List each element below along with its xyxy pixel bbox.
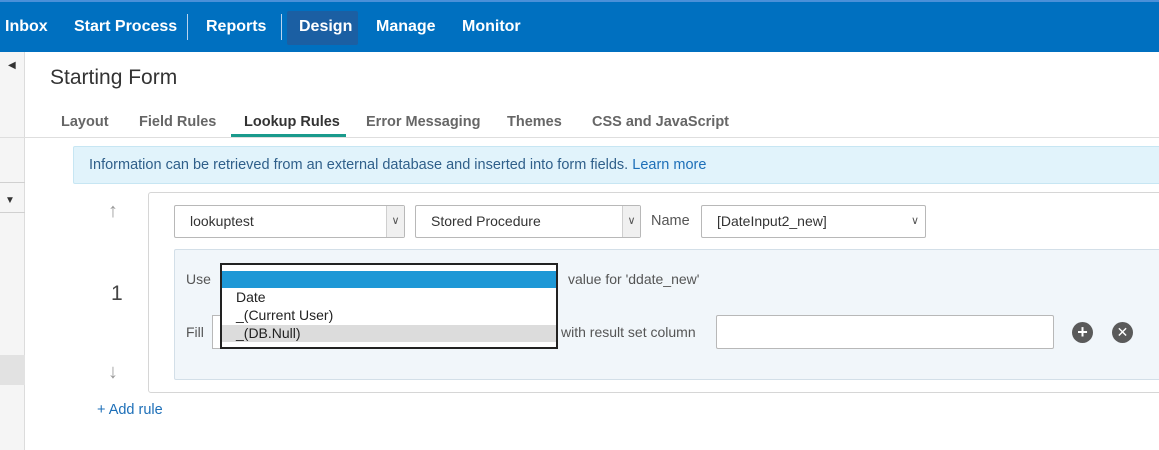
- dropdown-option[interactable]: Date: [222, 289, 556, 306]
- chevron-down-icon: ∨: [622, 206, 640, 237]
- nav-reports[interactable]: Reports: [206, 2, 266, 52]
- tab-error-messaging[interactable]: Error Messaging: [366, 114, 480, 130]
- tab-themes[interactable]: Themes: [507, 114, 562, 130]
- nav-inbox[interactable]: Inbox: [5, 2, 48, 52]
- dropdown-option[interactable]: _(DB.Null): [222, 325, 556, 342]
- nav-divider: [187, 14, 188, 40]
- top-nav: Inbox Start Process Reports Design Manag…: [0, 0, 1159, 52]
- use-label: Use: [186, 271, 211, 287]
- dropdown-option[interactable]: [222, 271, 556, 288]
- nav-manage[interactable]: Manage: [376, 2, 436, 52]
- info-text: Information can be retrieved from an ext…: [89, 157, 629, 173]
- rail-selected-item[interactable]: [0, 355, 25, 385]
- result-column-input[interactable]: [716, 315, 1054, 349]
- close-circle-icon[interactable]: ✕: [1112, 322, 1133, 343]
- name-label: Name: [651, 213, 690, 229]
- with-result-label: with result set column: [561, 324, 696, 340]
- add-rule-link[interactable]: + Add rule: [97, 402, 163, 418]
- learn-more-link[interactable]: Learn more: [632, 157, 706, 173]
- active-tab-indicator: [231, 134, 346, 137]
- arrow-down-icon[interactable]: ↓: [108, 361, 118, 384]
- tab-bar: Layout Field Rules Lookup Rules Error Me…: [0, 108, 1159, 138]
- tab-layout[interactable]: Layout: [61, 114, 109, 130]
- dropdown-option[interactable]: _(Current User): [222, 307, 556, 324]
- rail-divider: [0, 182, 25, 183]
- tab-css-javascript[interactable]: CSS and JavaScript: [592, 114, 729, 130]
- tab-field-rules[interactable]: Field Rules: [139, 114, 216, 130]
- connection-value: lookuptest: [190, 213, 254, 229]
- page-title: Starting Form: [50, 66, 178, 89]
- chevron-down-icon: ∨: [910, 215, 919, 227]
- arrow-up-icon[interactable]: ↑: [108, 200, 118, 223]
- plus-circle-icon[interactable]: +: [1072, 322, 1093, 343]
- connection-select[interactable]: lookuptest ∨: [174, 205, 405, 238]
- rule-number: 1: [111, 282, 123, 305]
- info-banner: Information can be retrieved from an ext…: [73, 146, 1159, 184]
- nav-start-process[interactable]: Start Process: [74, 2, 177, 52]
- nav-divider: [281, 14, 282, 40]
- chevron-down-icon: ∨: [386, 206, 404, 237]
- source-type-select[interactable]: Stored Procedure ∨: [415, 205, 641, 238]
- caret-down-icon[interactable]: ▼: [5, 195, 15, 206]
- fill-label: Fill: [186, 324, 204, 340]
- nav-monitor[interactable]: Monitor: [462, 2, 521, 52]
- source-type-value: Stored Procedure: [431, 213, 541, 229]
- tab-lookup-rules[interactable]: Lookup Rules: [244, 114, 340, 130]
- nav-design[interactable]: Design: [299, 2, 352, 52]
- name-value: [DateInput2_new]: [717, 213, 827, 229]
- use-dropdown-list[interactable]: Date _(Current User) _(DB.Null): [220, 263, 558, 349]
- name-select[interactable]: [DateInput2_new] ∨: [701, 205, 926, 238]
- value-for-label: value for 'ddate_new': [568, 271, 700, 287]
- collapse-left-icon[interactable]: ◀: [8, 60, 16, 71]
- rail-divider: [0, 212, 25, 213]
